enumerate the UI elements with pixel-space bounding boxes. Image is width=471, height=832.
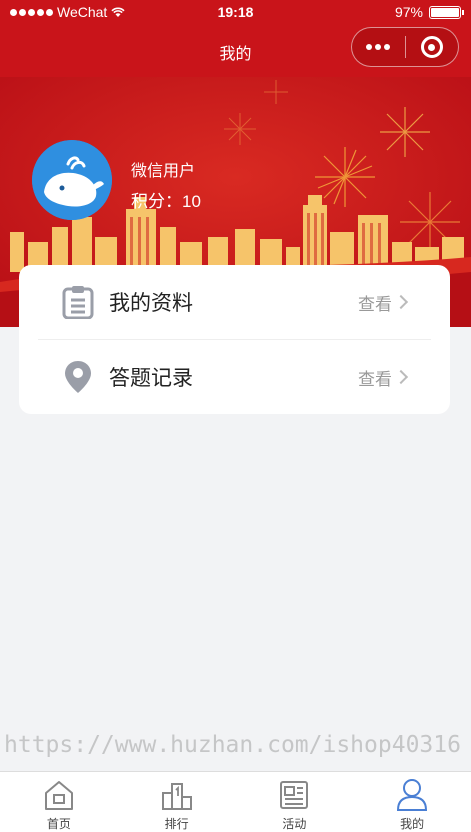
profile-menu-card: 我的资料 查看 答题记录 查看 [19,265,450,414]
tab-label: 首页 [46,817,71,831]
battery-percent: 97% [394,4,423,20]
user-name: 微信用户 [131,163,196,180]
tab-activity[interactable]: 活动 [236,772,354,832]
tab-label: 我的 [400,817,425,831]
podium-icon [160,778,194,812]
chevron-right-icon [393,369,409,385]
battery-icon [429,5,464,19]
mini-program-capsule [351,27,459,67]
tab-bar: 首页 排行 活动 我的 [0,771,471,832]
menu-item-my-profile[interactable]: 我的资料 查看 [19,265,450,339]
firework-2 [380,107,430,157]
avatar[interactable] [32,140,112,220]
newspaper-icon [277,778,311,812]
tab-label: 排行 [164,817,189,831]
target-icon [420,36,443,58]
status-bar: WeChat 19:18 97% [0,0,471,24]
menu-item-label: 答题记录 [109,367,193,390]
firework-1 [315,147,375,207]
more-menu-button[interactable] [352,44,405,50]
whale-icon [32,140,112,220]
user-icon [395,778,429,812]
view-link[interactable]: 查看 [358,290,392,315]
menu-item-label: 我的资料 [109,292,193,315]
home-icon [42,778,76,812]
menu-item-answer-records[interactable]: 答题记录 查看 [19,340,450,414]
watermark-text: https://www.huzhan.com/ishop40316 [4,732,461,758]
tab-label: 活动 [282,817,307,831]
tab-ranking[interactable]: 排行 [118,772,236,832]
clipboard-icon [61,285,95,319]
points-text: 积分：10 [131,192,201,211]
close-mini-program-button[interactable] [405,36,458,58]
location-pin-icon [61,360,95,394]
navigation-bar: 我的 [0,24,471,77]
chevron-right-icon [393,294,409,310]
tab-home[interactable]: 首页 [0,772,118,832]
battery-group: 97% [394,4,464,20]
tab-mine[interactable]: 我的 [353,772,471,832]
view-link[interactable]: 查看 [358,365,392,390]
